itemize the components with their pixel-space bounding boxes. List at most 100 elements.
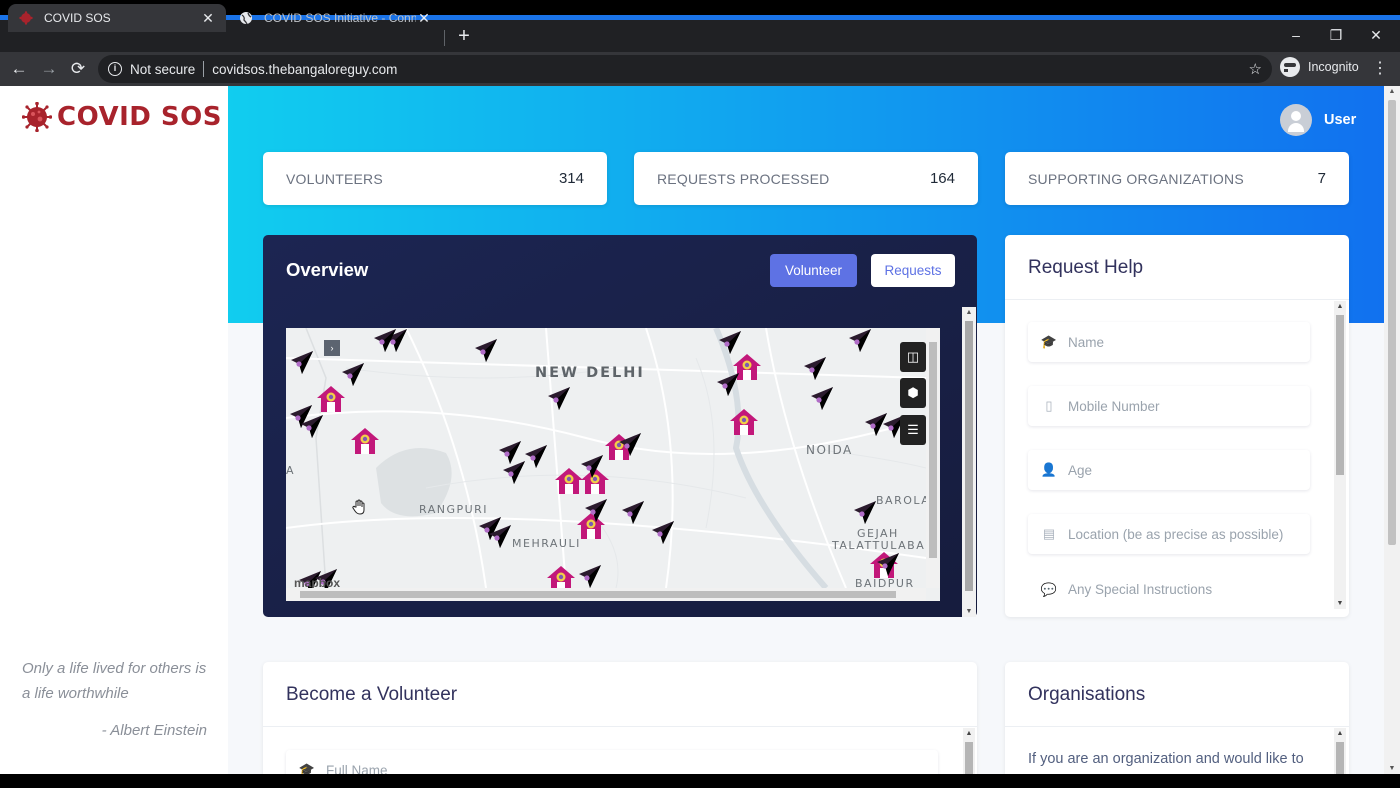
tab-title: COVID SOS (44, 11, 111, 25)
map-vertical-scrollbar[interactable] (926, 328, 940, 588)
volunteer-marker-icon[interactable] (576, 564, 602, 590)
screen-bottom-border (0, 774, 1400, 788)
organisations-scrollbar[interactable]: ▲ (1334, 728, 1346, 774)
requests-filter-button[interactable]: Requests (871, 254, 955, 287)
map-label-mehrauli: MEHRAULI (512, 537, 581, 550)
restore-button[interactable]: ❐ (1316, 22, 1356, 48)
back-arrow-icon[interactable]: ← (6, 56, 32, 82)
forward-arrow-icon[interactable]: → (36, 56, 62, 82)
reload-icon[interactable]: ⟳ (65, 56, 91, 82)
organisations-title: Organisations (1028, 684, 1146, 705)
name-field[interactable]: 🎓 Name (1028, 322, 1310, 362)
graduation-cap-icon: 🎓 (1040, 334, 1058, 349)
full-name-field[interactable]: 🎓 Full Name (286, 750, 938, 774)
volunteer-marker-icon[interactable] (619, 500, 645, 526)
close-window-button[interactable]: ✕ (1356, 22, 1396, 48)
page-scrollbar[interactable]: ▲ ▼ (1384, 86, 1400, 774)
volunteer-marker-icon[interactable] (500, 460, 526, 486)
user-menu[interactable]: User (1280, 104, 1356, 136)
volunteer-marker-icon[interactable] (716, 330, 742, 356)
home-request-marker-icon[interactable] (729, 407, 759, 437)
new-tab-button[interactable]: + (452, 25, 476, 49)
volunteer-marker-icon[interactable] (472, 338, 498, 364)
volunteer-card-title: Become a Volunteer (286, 684, 458, 705)
stat-value: 314 (558, 170, 584, 187)
stat-card-volunteers: VOLUNTEERS 314 (263, 152, 607, 205)
hand-cursor-icon (352, 499, 365, 515)
card-divider (263, 726, 977, 727)
stat-label: SUPPORTING ORGANIZATIONS (1028, 170, 1244, 187)
home-request-marker-icon[interactable] (316, 384, 346, 414)
volunteer-marker-icon[interactable] (582, 498, 608, 524)
organisations-text: If you are an organization and would lik… (1028, 751, 1304, 767)
mobile-icon: ▯ (1045, 398, 1053, 413)
stat-label: VOLUNTEERS (286, 170, 383, 187)
url-text[interactable]: covidsos.thebangaloreguy.com (212, 62, 397, 77)
globe-favicon-icon (238, 10, 254, 26)
3d-view-icon[interactable]: ⬢ (900, 378, 926, 408)
volunteer-marker-icon[interactable] (339, 362, 365, 388)
volunteer-marker-icon[interactable] (298, 414, 324, 440)
tab-covid-sos-initiative[interactable]: COVID SOS Initiative - Connecting ✕ (228, 4, 442, 32)
mobile-number-field[interactable]: ▯ Mobile Number (1028, 386, 1310, 426)
volunteer-marker-icon[interactable] (371, 328, 397, 354)
map-view[interactable]: NEW DELHI NOIDA RANGPURI MEHRAULI BAROLA… (286, 328, 940, 601)
special-instructions-field[interactable]: 💬 Any Special Instructions (1028, 578, 1310, 608)
volunteer-marker-icon[interactable] (649, 520, 675, 546)
sidebar: COVID SOS Only a life lived for others i… (0, 86, 228, 774)
stat-value: 164 (929, 170, 955, 187)
field-placeholder: Age (1068, 462, 1093, 478)
volunteer-card-scrollbar[interactable]: ▲ (963, 728, 975, 774)
map-label-edge: A (286, 464, 296, 477)
organisations-card: Organisations If you are an organization… (1005, 662, 1349, 774)
incognito-profile[interactable]: Incognito (1280, 57, 1359, 77)
location-field[interactable]: ▤ Location (be as precise as possible) (1028, 514, 1310, 554)
brand-logo[interactable]: COVID SOS (22, 102, 222, 132)
map-horizontal-scrollbar[interactable] (286, 588, 926, 601)
address-divider (203, 61, 205, 77)
volunteer-marker-icon[interactable] (578, 454, 604, 480)
sidebar-toggle-chevron-icon[interactable]: › (324, 340, 340, 356)
security-label: Not secure (130, 61, 196, 77)
user-label: User (1324, 112, 1357, 128)
home-request-marker-icon[interactable] (350, 426, 380, 456)
volunteer-marker-icon[interactable] (874, 552, 900, 578)
overview-scrollbar[interactable]: ▲ ▼ (962, 307, 976, 617)
stat-card-requests-processed: REQUESTS PROCESSED 164 (634, 152, 978, 205)
close-tab-icon[interactable]: ✕ (416, 10, 432, 27)
bookmark-star-icon[interactable]: ☆ (1249, 60, 1262, 78)
map-label-barola: BAROLA (876, 494, 931, 507)
volunteer-marker-icon[interactable] (616, 432, 642, 458)
volunteer-marker-icon[interactable] (851, 500, 877, 526)
minimize-button[interactable]: – (1276, 22, 1316, 48)
tab-title: COVID SOS Initiative - Connecting (264, 11, 416, 25)
quote-author: - Albert Einstein (101, 722, 207, 739)
address-bar[interactable]: i Not secure covidsos.thebangaloreguy.co… (98, 55, 1272, 83)
volunteer-marker-icon[interactable] (714, 372, 740, 398)
volunteer-marker-icon[interactable] (288, 350, 314, 376)
virus-favicon-icon (18, 10, 34, 26)
inspirational-quote: Only a life lived for others is a life w… (22, 660, 207, 702)
volunteer-marker-icon[interactable] (846, 328, 872, 354)
close-tab-icon[interactable]: ✕ (200, 10, 216, 27)
request-help-scrollbar[interactable]: ▲ ▼ (1334, 301, 1346, 609)
volunteer-marker-icon[interactable] (486, 524, 512, 550)
page-content: COVID SOS Only a life lived for others i… (0, 86, 1384, 774)
tab-covid-sos[interactable]: COVID SOS ✕ (8, 4, 226, 32)
volunteer-filter-button[interactable]: Volunteer (770, 254, 857, 287)
volunteer-marker-icon[interactable] (801, 356, 827, 382)
card-divider (1005, 726, 1349, 727)
volunteer-marker-icon[interactable] (545, 386, 571, 412)
logo-text: COVID SOS (57, 102, 222, 132)
list-view-icon[interactable]: ☰ (900, 415, 926, 445)
map-label-rangpuri: RANGPURI (419, 503, 489, 516)
browser-menu-icon[interactable]: ⋮ (1372, 58, 1388, 78)
field-placeholder: Any Special Instructions (1068, 582, 1213, 597)
user-clock-icon: 👤 (1040, 462, 1058, 477)
age-field[interactable]: 👤 Age (1028, 450, 1310, 490)
avatar (1280, 104, 1312, 136)
info-icon[interactable]: i (108, 62, 122, 76)
volunteer-marker-icon[interactable] (808, 386, 834, 412)
compare-columns-icon[interactable]: ◫ (900, 342, 926, 372)
incognito-icon (1280, 57, 1304, 77)
